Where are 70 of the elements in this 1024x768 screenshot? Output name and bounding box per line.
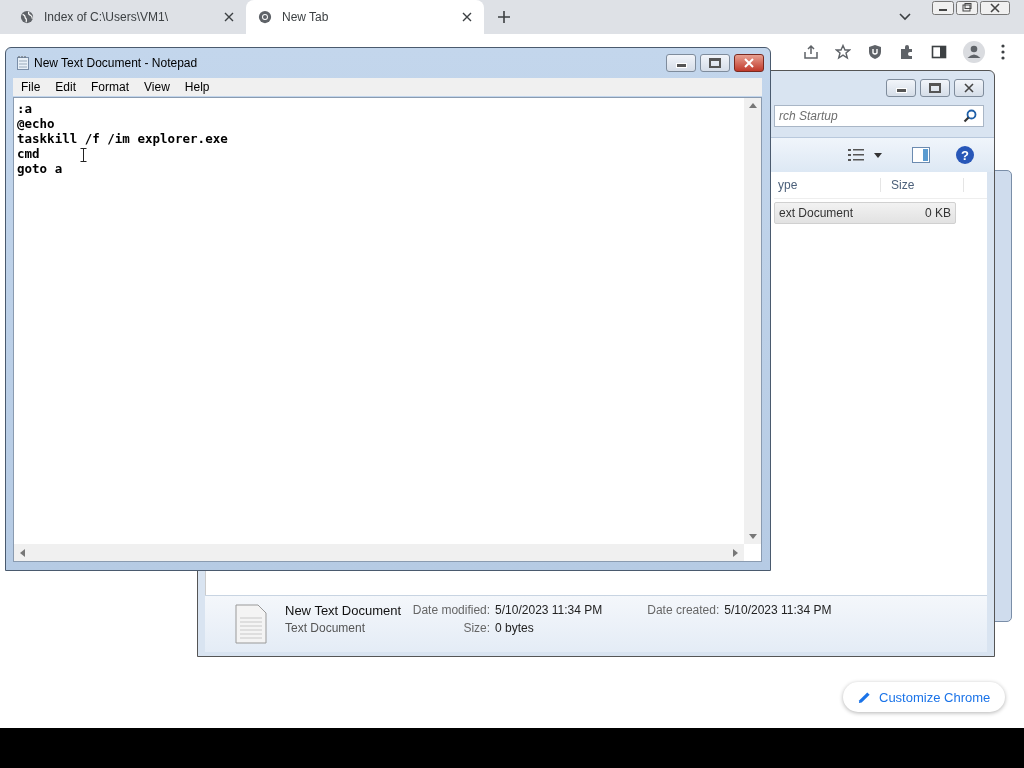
text-line: @echo — [17, 116, 55, 131]
detail-label: Date modified: — [411, 603, 491, 618]
view-list-icon[interactable] — [848, 149, 864, 161]
text-cursor-icon — [80, 148, 87, 162]
file-row[interactable]: ext Document 0 KB — [774, 202, 956, 224]
vertical-scrollbar[interactable] — [744, 98, 761, 544]
pencil-icon — [858, 690, 871, 704]
minimize-button[interactable] — [886, 79, 916, 97]
minimize-icon[interactable] — [932, 1, 954, 15]
close-button[interactable] — [734, 54, 764, 72]
column-header[interactable]: ype — [774, 178, 881, 192]
star-icon[interactable] — [835, 44, 851, 60]
globe-icon — [20, 10, 34, 24]
shield-icon[interactable] — [867, 44, 883, 60]
close-icon[interactable] — [462, 12, 472, 22]
close-icon — [744, 58, 754, 68]
file-type: ext Document — [778, 206, 855, 220]
column-header[interactable]: Size — [881, 178, 964, 192]
customize-chrome-button[interactable]: Customize Chrome — [843, 682, 1006, 712]
new-tab-icon[interactable] — [498, 11, 510, 23]
scroll-up-icon[interactable] — [748, 103, 757, 108]
menu-item[interactable]: View — [144, 80, 170, 94]
scroll-right-icon[interactable] — [733, 548, 738, 557]
search-icon — [963, 109, 977, 123]
document-icon — [235, 604, 267, 644]
maximize-button[interactable] — [920, 79, 950, 97]
file-type: Text Document — [285, 621, 367, 635]
window-title: New Text Document - Notepad — [34, 56, 199, 70]
menu-item[interactable]: Edit — [55, 80, 77, 94]
text-editor[interactable]: :a @echo taskkill /f /im explorer.exe cmd goto a — [13, 97, 762, 562]
scroll-left-icon[interactable] — [20, 548, 25, 557]
side-panel-icon[interactable] — [931, 44, 947, 60]
share-icon[interactable] — [803, 44, 819, 60]
profile-icon[interactable] — [963, 41, 985, 63]
close-button[interactable] — [954, 79, 984, 97]
tab-title: New Tab — [282, 10, 330, 24]
text-line: goto a — [17, 161, 63, 176]
file-name: New Text Document — [285, 603, 402, 618]
notepad-icon — [17, 56, 29, 70]
menu-icon[interactable] — [1001, 44, 1005, 60]
search-field[interactable]: rch Startup — [774, 105, 984, 127]
text-line: cmd — [17, 146, 40, 161]
restore-icon[interactable] — [956, 1, 978, 15]
menu-item[interactable]: File — [21, 80, 41, 94]
text-line: :a — [17, 101, 33, 116]
detail-value: 5/10/2023 11:34 PM — [724, 603, 832, 618]
dropdown-arrow-icon[interactable] — [874, 152, 882, 158]
detail-value: 5/10/2023 11:34 PM — [495, 603, 603, 618]
browser-tab[interactable]: New Tab — [246, 0, 484, 34]
detail-label: Date created: — [646, 603, 720, 618]
horizontal-scrollbar[interactable] — [14, 544, 744, 561]
close-icon[interactable] — [980, 1, 1010, 15]
detail-label: Size: — [462, 621, 491, 635]
file-size: 0 KB — [924, 206, 951, 220]
help-button[interactable]: ? — [956, 146, 974, 164]
puzzle-icon[interactable] — [899, 44, 915, 60]
text-line: taskkill /f /im explorer.exe — [17, 131, 228, 146]
chrome-logo-icon — [258, 10, 272, 24]
menu-item[interactable]: Format — [91, 80, 130, 94]
maximize-button[interactable] — [700, 54, 730, 72]
browser-tab[interactable]: Index of C:\Users\VM1\ — [8, 0, 246, 34]
tab-title: Index of C:\Users\VM1\ — [44, 10, 170, 24]
chevron-down-icon[interactable] — [899, 13, 911, 21]
scroll-down-icon[interactable] — [748, 534, 757, 539]
menu-item[interactable]: Help — [184, 80, 210, 94]
minimize-button[interactable] — [666, 54, 696, 72]
detail-value: 0 bytes — [495, 621, 535, 635]
close-icon — [964, 83, 974, 93]
preview-pane-icon[interactable] — [912, 147, 930, 163]
close-icon[interactable] — [224, 12, 234, 22]
